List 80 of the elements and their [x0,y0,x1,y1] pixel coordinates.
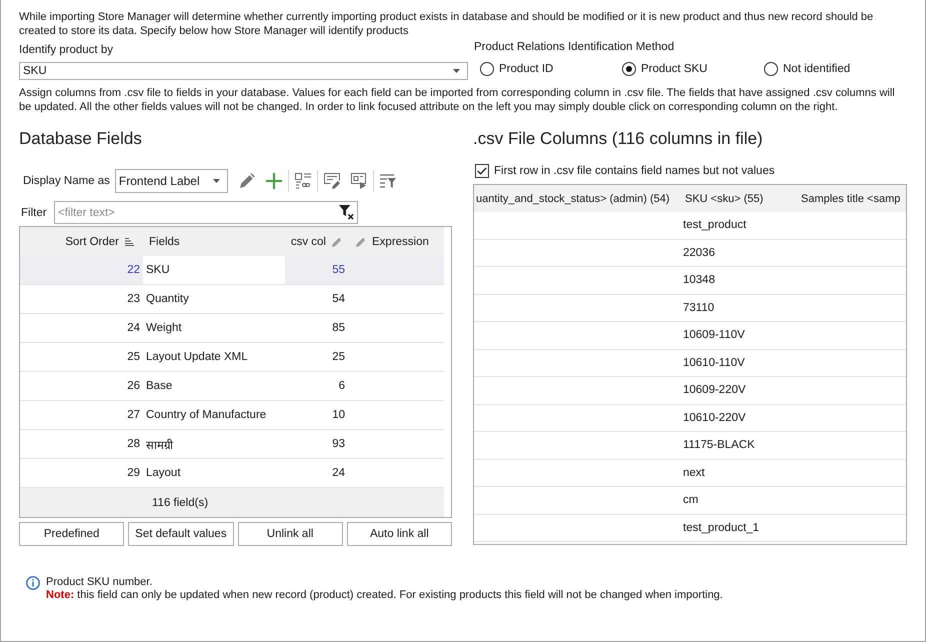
first-row-checkbox-option[interactable]: First row in .csv file contains field names but not values [473,163,775,179]
table-cell: 54 [332,293,345,305]
predefined-button[interactable]: Predefined [19,522,124,546]
identify-product-dropdown[interactable]: SKU [19,62,468,80]
table-cell: test_product [683,219,746,232]
radio-option[interactable]: Product ID [480,60,622,78]
identify-product-label: Identify product by [19,43,113,57]
note-text: Note: this field can only be updated when new record (product) created. For existing products this field will not be changed when importing. [46,589,723,602]
clear-filter-icon[interactable] [339,205,354,220]
table-cell: 26 [127,380,140,392]
table-cell: SKU [146,264,170,276]
table-cell: 23 [127,293,140,305]
table-cell: Weight [146,322,182,334]
radio-option[interactable]: Not identified [764,60,906,78]
list-arrow-icon[interactable] [350,173,367,189]
database-fields-title: Database Fields [19,129,142,149]
table-cell: 11175-BLACK [683,439,755,452]
auto-link-button[interactable]: Auto link all [346,522,452,546]
table-cell: 22 [127,264,140,276]
filter-field[interactable]: <filter text> [54,201,358,224]
field-count-label: 116 field(s) [152,496,208,508]
table-cell: 22036 [683,246,715,259]
table-cell: Base [146,380,172,392]
column-header[interactable]: Expression [350,227,444,256]
info-icon [26,576,40,590]
table-cell: 10610-110V [683,356,745,369]
column-header[interactable]: Fields [143,227,285,256]
table-cell: Country of Manufacture [146,409,266,421]
table-row[interactable]: 22 SKU 55 [20,256,444,285]
table-cell: 29 [127,467,140,479]
table-cell: cm [683,494,698,506]
intro-text: While importing Store Manager will determine whether currently importing product exists in database and should be modified or it is new product and thus new record should be created to store its data. Specify below how Store Manager will identify products [19,10,874,38]
grid-link-icon[interactable] [294,173,311,189]
set-defaults-button[interactable]: Set default values [128,522,234,546]
pencil-icon [332,236,342,246]
table-cell: test_product_1 [683,522,760,534]
table-cell: 10610-220V [683,412,746,424]
column-header[interactable]: csv col [285,227,350,256]
assign-instructions-text: Assign columns from .csv file to fields in your database. Values for each field can be imported from corresponding column in .csv file. The fields that have assigned .csv columns will be updated. All the other fields values will not be changed. In order to link focused attribute on the left you may simply double click on corresponding column on the right. [19,86,896,114]
table-cell: 10348 [683,274,715,286]
info-text: Product SKU number. [46,576,152,589]
pencil-icon [356,236,366,246]
display-name-dropdown[interactable]: Frontend Label [114,169,228,193]
table-cell: 24 [332,467,345,479]
pencil-icon[interactable] [238,173,255,189]
table-cell: 10609-220V [683,384,746,396]
table-cell: 73110 [683,302,714,314]
table-cell: 10609-110V [683,329,745,342]
table-cell: 10 [332,409,345,421]
table-cell: 6 [338,380,345,392]
list-edit-icon[interactable] [324,173,340,189]
unlink-all-button[interactable]: Unlink all [238,522,343,546]
table-cell: 85 [332,322,345,334]
table-cell: 28 [127,438,140,450]
checkbox[interactable] [475,164,489,178]
column-header[interactable]: SKU <sku> (55) [685,192,764,204]
sort-icon [125,238,134,246]
column-header[interactable]: Samples title <samp [801,192,900,204]
display-name-label: Display Name as [23,174,110,188]
table-cell: next [683,466,705,479]
caret-icon [212,179,220,183]
table-cell: Layout Update XML [146,351,248,363]
table-cell: 25 [127,351,140,363]
column-header[interactable]: Sort Order [20,227,143,256]
table-cell-text: सामग्री [146,438,173,452]
csv-columns-title: .csv File Columns (116 columns in file) [473,129,763,149]
table-cell: Layout [146,467,181,479]
table-cell: 24 [127,322,140,334]
relations-method-label: Product Relations Identification Method [474,40,674,54]
filter-list-icon[interactable] [380,173,396,189]
table-cell: 25 [332,351,345,363]
plus-icon[interactable] [266,173,282,189]
filter-label: Filter [21,206,48,220]
table-cell: 27 [127,409,140,421]
radio-option[interactable]: Product SKU [622,60,764,78]
table-cell: Quantity [146,293,189,305]
table-cell: 55 [332,264,345,276]
table-cell: 93 [332,438,345,450]
column-header[interactable]: uantity_and_stock_status> (admin) (54) [476,192,670,204]
caret-icon [453,69,460,73]
